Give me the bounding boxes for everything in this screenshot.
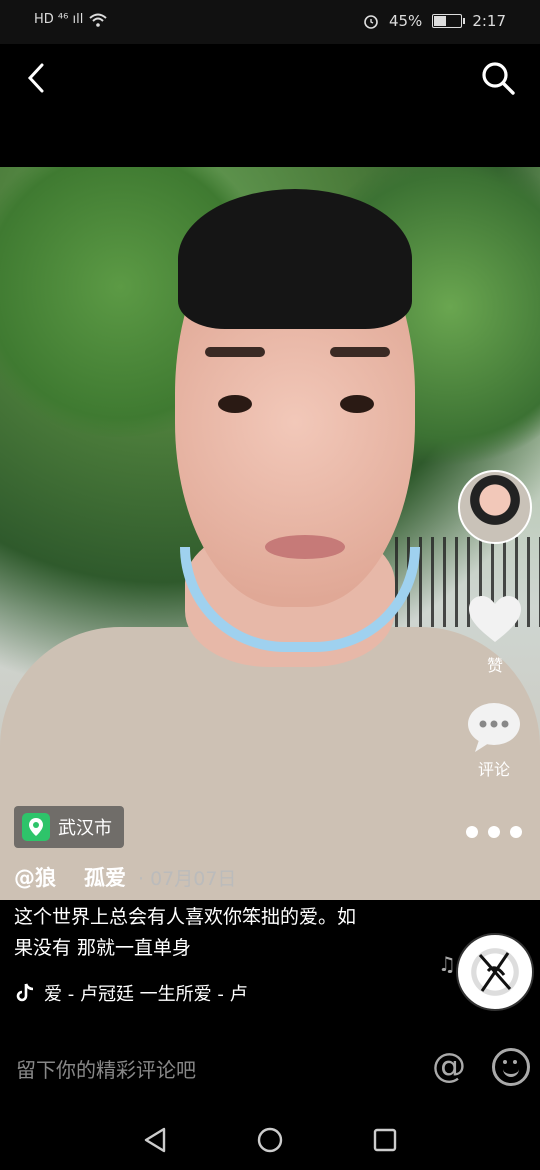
eye bbox=[218, 395, 252, 413]
eye bbox=[340, 395, 374, 413]
back-button[interactable] bbox=[18, 58, 54, 98]
comment-bubble-icon bbox=[468, 703, 520, 752]
comment-input[interactable]: 留下你的精彩评论吧 bbox=[16, 1054, 196, 1083]
heart-icon bbox=[469, 596, 521, 642]
calligraphy-logo bbox=[478, 952, 512, 992]
eyebrow bbox=[205, 347, 265, 357]
location-name: 武汉市 bbox=[58, 818, 112, 839]
post-caption: 这个世界上总会有人喜欢你笨拙的爱。如果没有 那就一直单身 bbox=[14, 906, 357, 959]
more-options-button[interactable] bbox=[466, 822, 522, 842]
clock: 2:17 bbox=[472, 12, 506, 30]
system-nav-bar bbox=[0, 1110, 540, 1170]
search-icon bbox=[482, 62, 515, 95]
wifi-icon bbox=[89, 13, 107, 27]
music-title: 爱 - 卢冠廷 一生所爱 - 卢 bbox=[44, 984, 248, 1005]
author-avatar[interactable] bbox=[458, 470, 532, 544]
like-button[interactable] bbox=[467, 595, 523, 645]
author-name-suffix[interactable]: 孤爱 bbox=[84, 862, 126, 892]
status-right: 45% 2:17 bbox=[363, 12, 506, 30]
alarm-icon bbox=[364, 15, 378, 29]
back-arrow-icon bbox=[27, 63, 44, 93]
status-left: HD ⁴⁶ ıll bbox=[34, 12, 107, 27]
emoji-icon[interactable] bbox=[492, 1048, 530, 1086]
more-dot bbox=[510, 826, 522, 838]
eyebrow bbox=[330, 347, 390, 357]
tiktok-note-icon bbox=[16, 983, 34, 1002]
status-bar: HD ⁴⁶ ıll 45% 2:17 bbox=[0, 0, 540, 44]
nav-recents-icon[interactable] bbox=[373, 1128, 397, 1152]
author-name[interactable]: @狼 bbox=[14, 862, 56, 892]
more-dots-icon bbox=[466, 826, 478, 838]
location-pin-icon bbox=[22, 813, 50, 841]
post-date: · 07月07日 bbox=[138, 867, 237, 890]
location-tag[interactable]: 武汉市 bbox=[14, 806, 124, 848]
comment-button[interactable] bbox=[465, 700, 523, 754]
search-button[interactable] bbox=[478, 58, 518, 98]
battery-percent: 45% bbox=[388, 12, 423, 30]
nav-home-icon[interactable] bbox=[257, 1127, 283, 1153]
music-note-icon: ♫ bbox=[438, 952, 456, 976]
nav-back-icon[interactable] bbox=[143, 1127, 167, 1153]
music-disc-button[interactable] bbox=[456, 933, 534, 1011]
like-label: 赞 bbox=[486, 656, 503, 675]
network-indicators: HD ⁴⁶ ıll bbox=[34, 12, 84, 27]
battery-icon bbox=[432, 14, 466, 28]
shirt bbox=[0, 627, 540, 900]
author-line: @狼 孤爱 · 07月07日 bbox=[14, 862, 236, 892]
hair bbox=[178, 189, 412, 329]
more-dot bbox=[488, 826, 500, 838]
mention-at-icon[interactable]: @ bbox=[432, 1046, 466, 1086]
comment-label: 评论 bbox=[477, 760, 510, 779]
video-player[interactable] bbox=[0, 167, 540, 900]
music-info[interactable]: 爱 - 卢冠廷 一生所爱 - 卢 bbox=[16, 980, 296, 1006]
